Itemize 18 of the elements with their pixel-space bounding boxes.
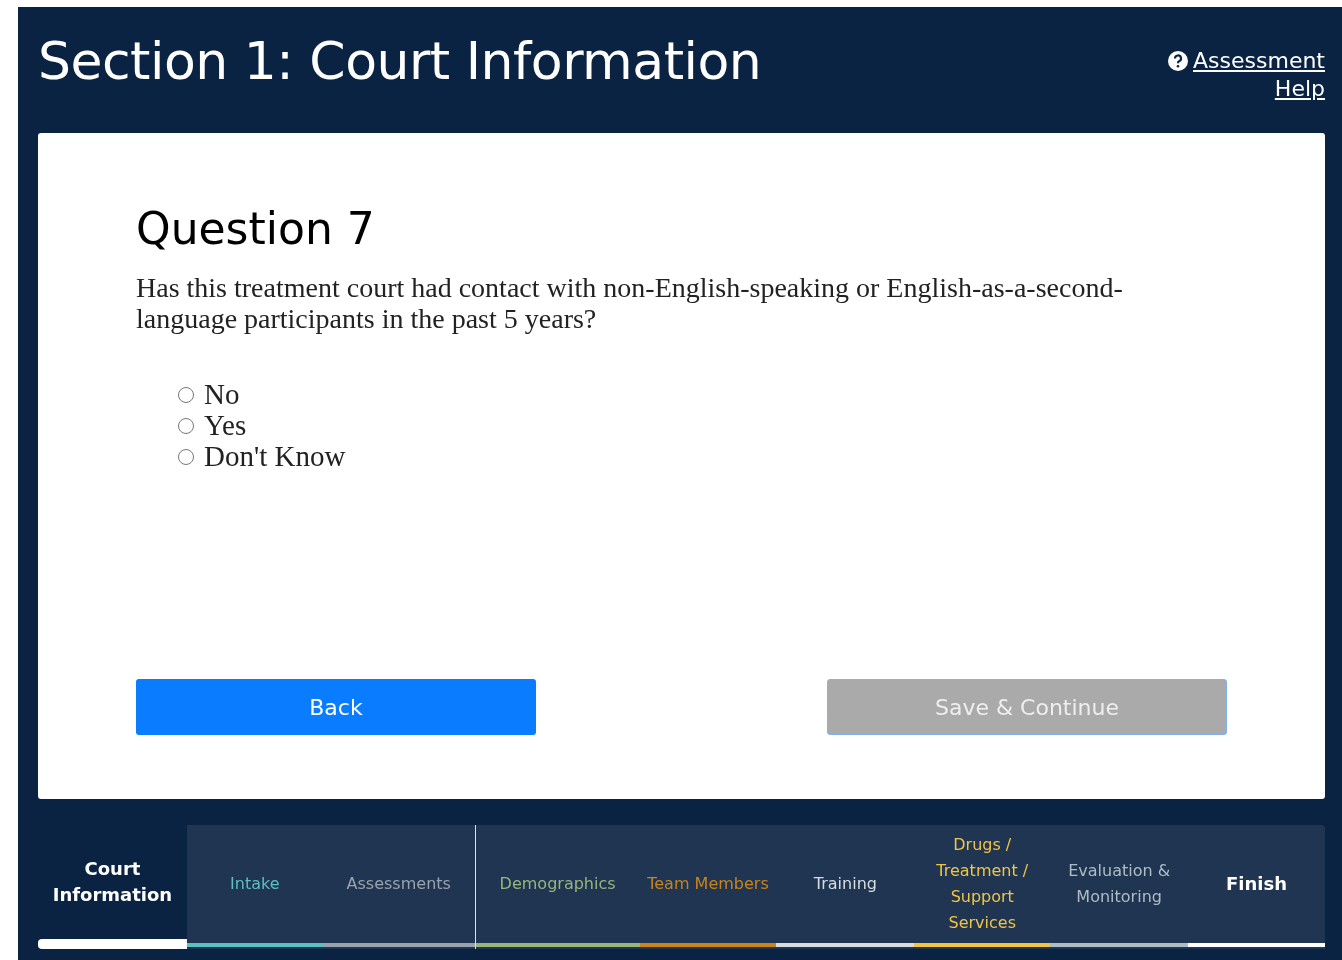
section-tab[interactable]: Court Information xyxy=(38,825,187,949)
section-tab[interactable]: Evaluation & Monitoring xyxy=(1050,825,1189,949)
question-text: Has this treatment court had contact with non-English-speaking or English-as-a-second-language participants in the past 5 years? xyxy=(136,272,1124,334)
section-tab[interactable]: Demographics xyxy=(475,825,640,949)
section-tab[interactable]: Training xyxy=(776,825,915,949)
question-heading: Question 7 xyxy=(136,203,376,254)
section-tab[interactable]: Drugs / Treatment / Support Services xyxy=(914,825,1051,949)
section-tab[interactable]: Assessments xyxy=(322,825,476,949)
radio-option[interactable]: Don't Know xyxy=(178,441,1227,472)
back-button[interactable]: Back xyxy=(136,679,536,735)
help-icon xyxy=(1167,50,1190,72)
section-tab[interactable]: Finish xyxy=(1188,825,1325,949)
section-tab[interactable]: Team Members xyxy=(639,825,777,949)
assessment-help-link[interactable]: Assessment Help xyxy=(1167,47,1325,103)
radio-option[interactable]: Yes xyxy=(178,410,1227,441)
section-tab[interactable]: Intake xyxy=(186,825,323,949)
section-title: Section 1: Court Information xyxy=(38,31,762,91)
radio-option[interactable]: No xyxy=(178,379,1227,410)
